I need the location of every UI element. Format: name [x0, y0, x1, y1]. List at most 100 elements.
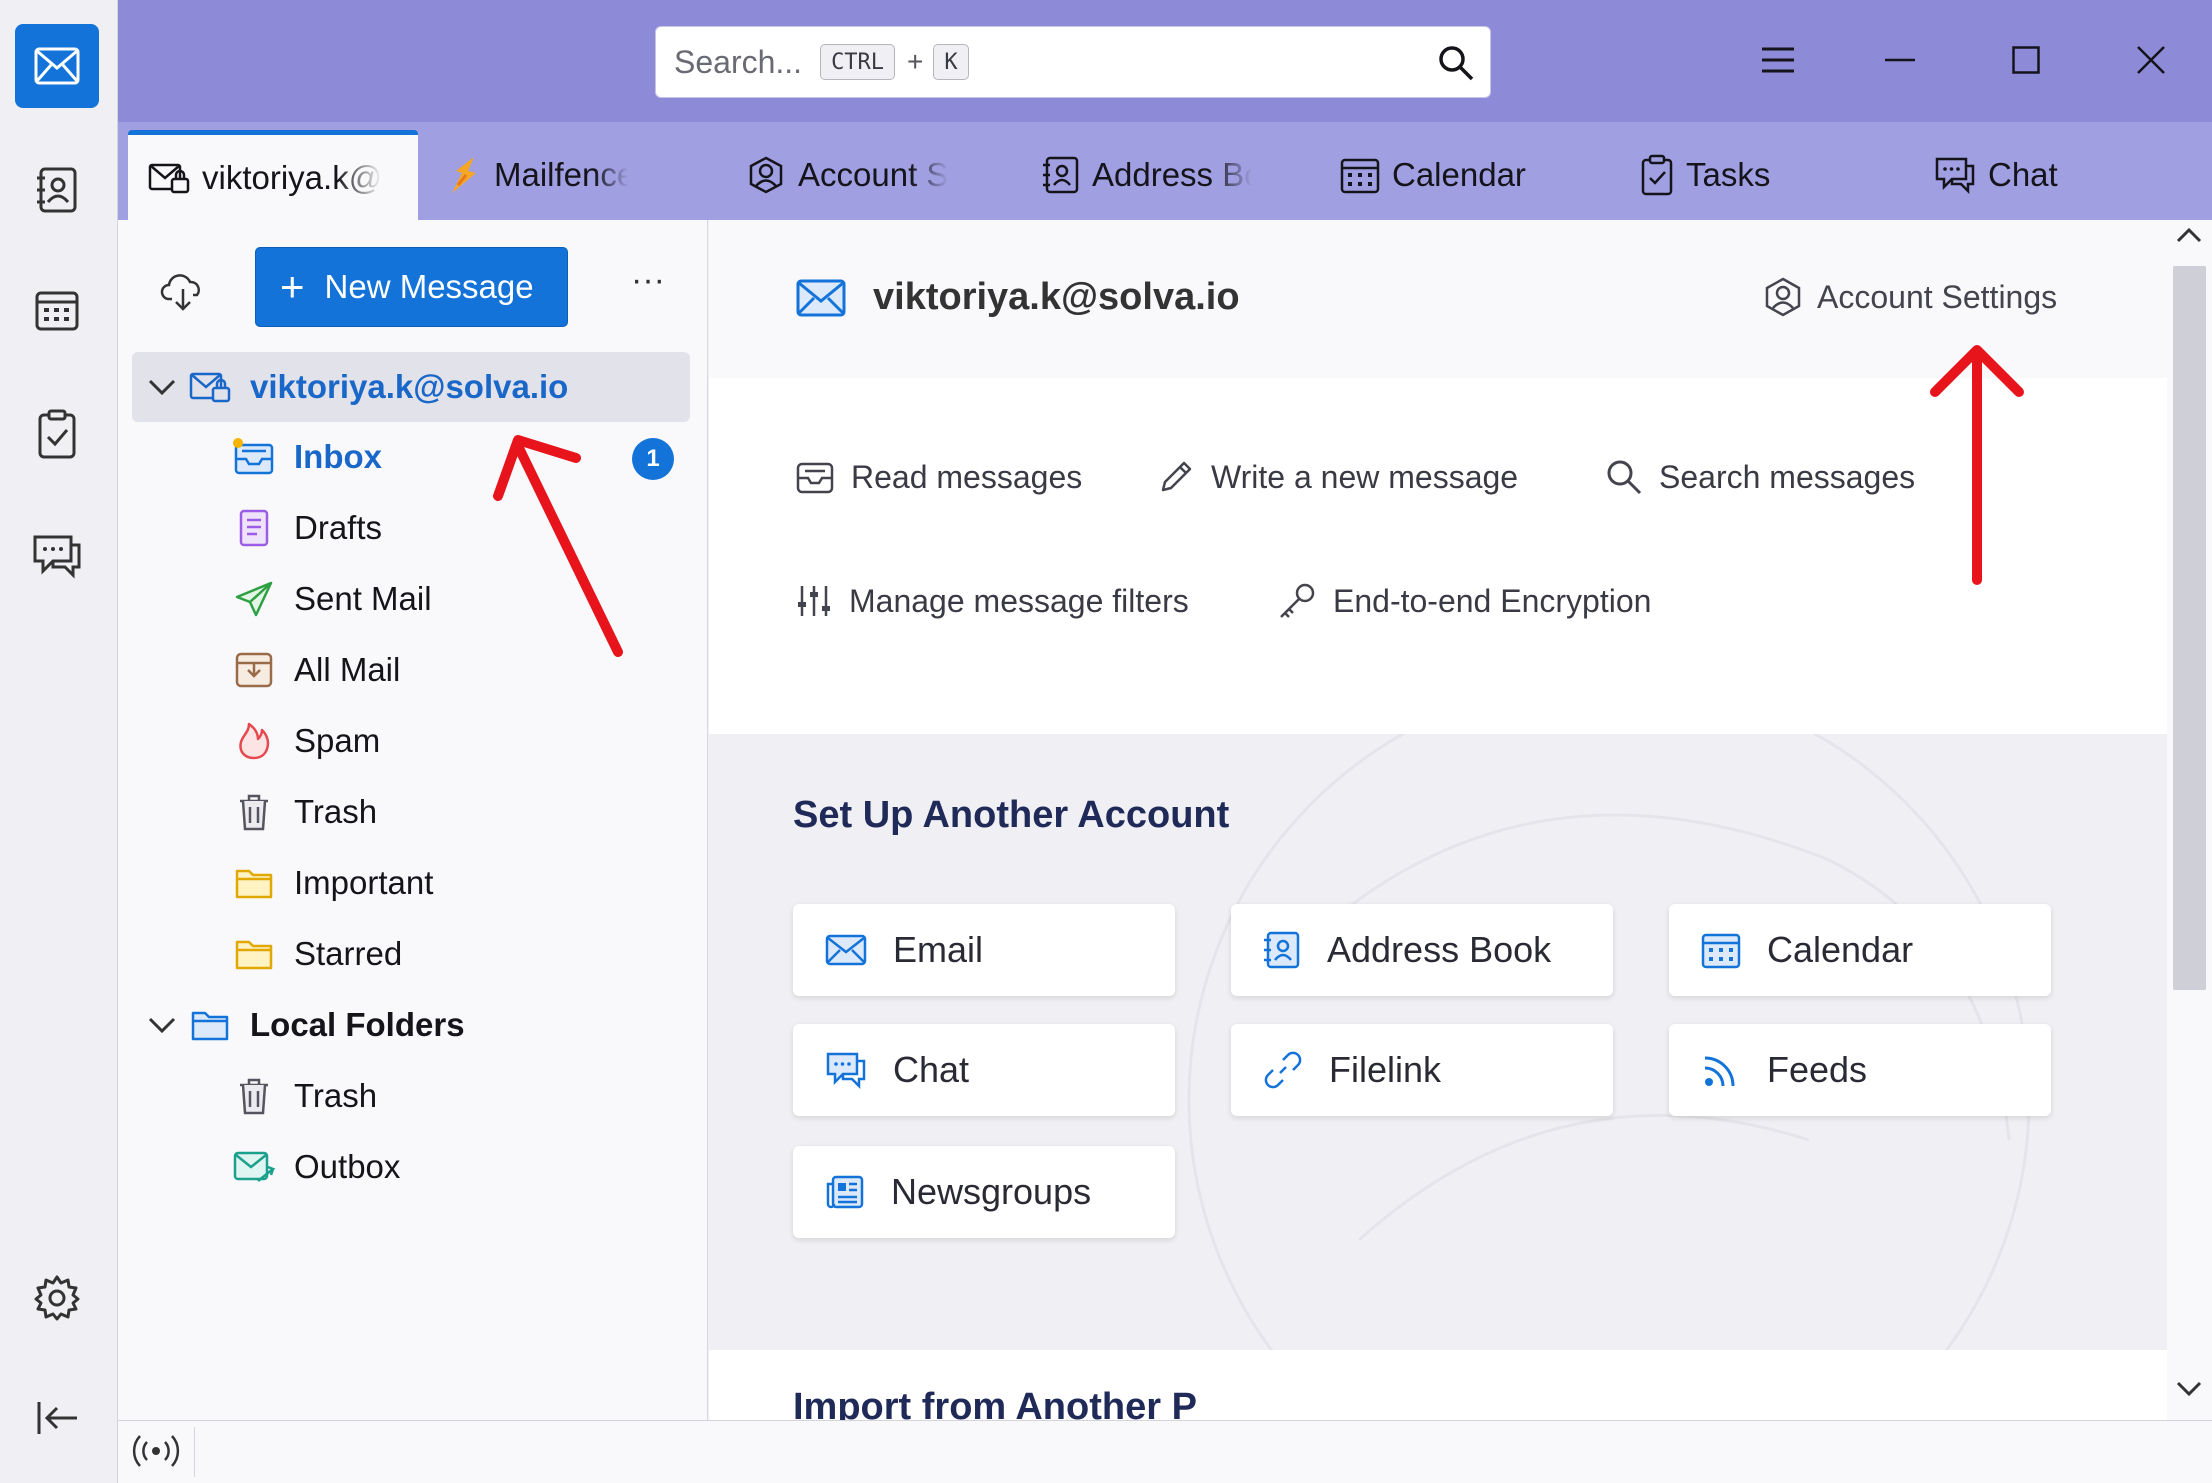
title-bar: Search... CTRL + K — [118, 0, 2212, 122]
search-messages-link[interactable]: Search messages — [1605, 458, 1915, 496]
folder-important[interactable]: Important — [132, 848, 690, 918]
search-icon[interactable] — [1436, 43, 1476, 83]
setup-address-book-button[interactable]: Address Book — [1231, 904, 1613, 996]
import-section: Import from Another P — [709, 1350, 2167, 1420]
online-status-icon[interactable] — [132, 1433, 180, 1469]
read-messages-link[interactable]: Read messages — [795, 458, 1082, 496]
archive-icon — [232, 650, 276, 690]
folder-starred[interactable]: Starred — [132, 919, 690, 989]
setup-calendar-button[interactable]: Calendar — [1669, 904, 2051, 996]
new-message-button[interactable]: + New Message — [255, 247, 568, 327]
e2e-encryption-link[interactable]: End-to-end Encryption — [1277, 582, 1651, 620]
account-icon — [746, 155, 786, 195]
card-label: Newsgroups — [891, 1171, 1092, 1212]
settings-gear-icon[interactable] — [15, 1256, 99, 1340]
card-label: Calendar — [1767, 929, 1914, 970]
more-options-button[interactable]: ··· — [623, 263, 673, 315]
setup-feeds-button[interactable]: Feeds — [1669, 1024, 2051, 1116]
calendar-space-icon[interactable] — [15, 268, 99, 352]
tab-tasks[interactable]: Tasks — [1640, 130, 1840, 220]
setup-newsgroups-button[interactable]: Newsgroups — [793, 1146, 1175, 1238]
folder-inbox[interactable]: Inbox 1 — [132, 422, 690, 492]
search-icon — [1607, 460, 1642, 495]
collapse-toolbar-icon[interactable] — [15, 1376, 99, 1460]
folder-label: Drafts — [294, 509, 383, 546]
tab-label: viktoriya.k@ — [202, 158, 382, 196]
folder-trash[interactable]: Trash — [132, 777, 690, 847]
link-icon — [1264, 1051, 1302, 1089]
tab-mailfence[interactable]: Mailfence - S — [448, 130, 628, 220]
spam-icon — [232, 721, 276, 761]
folder-label: All Mail — [294, 651, 401, 688]
tab-calendar[interactable]: Calendar — [1340, 130, 1570, 220]
action-label: End-to-end Encryption — [1333, 582, 1652, 619]
action-label: Manage message filters — [849, 582, 1189, 619]
setup-title: Set Up Another Account — [793, 794, 1230, 836]
tasks-icon — [1640, 154, 1674, 196]
folder-drafts[interactable]: Drafts — [132, 493, 690, 563]
manage-filters-link[interactable]: Manage message filters — [795, 582, 1189, 620]
card-label: Filelink — [1329, 1049, 1442, 1090]
local-folders-row[interactable]: Local Folders — [132, 990, 690, 1060]
search-input[interactable]: Search... CTRL + K — [655, 26, 1491, 98]
chat-icon — [1934, 155, 1976, 195]
address-book-space-icon[interactable] — [15, 148, 99, 232]
sent-icon — [232, 580, 276, 618]
local-folder-trash[interactable]: Trash — [132, 1061, 690, 1131]
tab-label: Tasks — [1686, 156, 1771, 193]
trash-icon — [232, 1076, 276, 1116]
mail-space-icon[interactable] — [15, 24, 99, 108]
scroll-thumb[interactable] — [2173, 266, 2206, 990]
account-title: viktoriya.k@solva.io — [873, 276, 1240, 318]
mail-icon — [795, 278, 847, 318]
write-message-link[interactable]: Write a new message — [1157, 458, 1518, 496]
card-label: Feeds — [1767, 1049, 1868, 1090]
key-icon — [1280, 583, 1315, 618]
setup-email-button[interactable]: Email — [793, 904, 1175, 996]
feeds-icon — [1704, 1056, 1735, 1087]
chevron-down-icon[interactable] — [148, 1016, 188, 1034]
account-row[interactable]: viktoriya.k@solva.io — [132, 352, 690, 422]
folder-label: Trash — [294, 1077, 378, 1114]
scroll-down-icon[interactable] — [2175, 1380, 2203, 1398]
action-label: Search messages — [1659, 458, 1916, 495]
tab-address-book[interactable]: Address Boo — [1042, 130, 1262, 220]
tab-chat[interactable]: Chat — [1934, 130, 2134, 220]
folder-label: Inbox — [294, 438, 382, 475]
tab-account-settings[interactable]: Account Sett — [746, 130, 956, 220]
action-label: Write a new message — [1211, 458, 1519, 495]
scroll-up-icon[interactable] — [2175, 226, 2203, 244]
account-name: viktoriya.k@solva.io — [250, 368, 569, 405]
content-scrollbar[interactable] — [2167, 220, 2212, 1420]
chevron-down-icon[interactable] — [148, 378, 188, 396]
tab-label: Calendar — [1392, 156, 1526, 193]
folder-all-mail[interactable]: All Mail — [132, 635, 690, 705]
setup-filelink-button[interactable]: Filelink — [1231, 1024, 1613, 1116]
folder-label: Outbox — [294, 1148, 401, 1185]
setup-chat-button[interactable]: Chat — [793, 1024, 1175, 1116]
folder-pane: + New Message ··· viktoriya.k@solva.io I… — [118, 220, 708, 1420]
folder-label: Sent Mail — [294, 580, 432, 617]
calendar-icon — [1340, 156, 1380, 194]
shortcut-ctrl: CTRL — [820, 44, 896, 80]
tab-bar: viktoriya.k@ Mailfence - S Account Sett … — [118, 122, 2212, 220]
app-menu-icon[interactable] — [1748, 30, 1808, 90]
chat-space-icon[interactable] — [15, 514, 99, 598]
get-messages-cloud-icon[interactable] — [153, 262, 213, 322]
mail-lock-icon — [188, 370, 232, 404]
account-actions: Read messages Write a new message Search… — [709, 378, 2167, 734]
close-icon[interactable] — [2121, 30, 2181, 90]
outbox-icon — [232, 1147, 276, 1187]
maximize-icon[interactable] — [1996, 30, 2056, 90]
tab-account[interactable]: viktoriya.k@ — [128, 130, 418, 220]
minimize-icon[interactable] — [1870, 30, 1930, 90]
folder-sent-mail[interactable]: Sent Mail — [132, 564, 690, 634]
tasks-space-icon[interactable] — [15, 392, 99, 476]
account-settings-link[interactable]: Account Settings — [1763, 276, 2057, 318]
folder-icon — [232, 866, 276, 900]
local-folder-outbox[interactable]: Outbox — [132, 1132, 690, 1202]
folder-spam[interactable]: Spam — [132, 706, 690, 776]
folder-label: Trash — [294, 793, 378, 830]
local-folders-label: Local Folders — [250, 1006, 465, 1043]
import-title: Import from Another P — [793, 1386, 1197, 1420]
